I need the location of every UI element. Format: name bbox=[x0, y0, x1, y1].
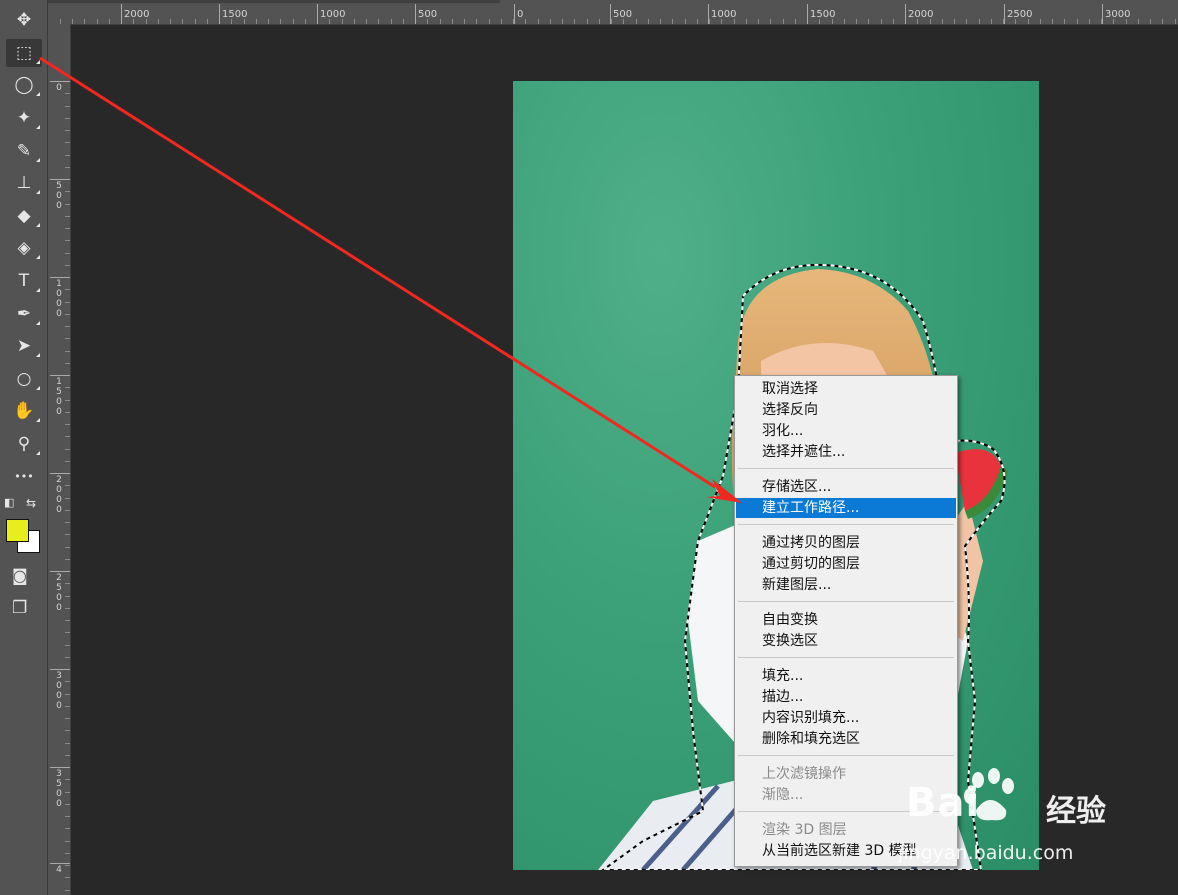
vertical-ruler: 0 500 1000 1500 2000 2500 3000 3500 4 bbox=[48, 24, 71, 895]
menu-item[interactable]: 描边... bbox=[736, 687, 956, 707]
ruler-label: 0 bbox=[517, 9, 524, 20]
pen-tool[interactable]: ✒ bbox=[6, 300, 42, 328]
screen-mode-icon[interactable]: ❐ bbox=[12, 598, 27, 618]
menu-separator bbox=[738, 657, 954, 658]
arrow-cursor-icon: ➤ bbox=[16, 336, 32, 356]
watermark-logo-text: Bai bbox=[906, 780, 981, 826]
hand-tool[interactable]: ✋ bbox=[6, 397, 42, 425]
zoom-icon: ⚲ bbox=[17, 434, 31, 454]
ruler-label: 3500 bbox=[56, 769, 62, 809]
menu-item[interactable]: 选择反向 bbox=[736, 400, 956, 420]
menu-item[interactable]: 建立工作路径... bbox=[736, 498, 956, 518]
quick-mask-icon[interactable]: ◙ bbox=[12, 566, 28, 585]
ruler-label: 3000 bbox=[56, 671, 62, 711]
ruler-label: 1000 bbox=[320, 9, 346, 20]
menu-separator bbox=[738, 601, 954, 602]
move-icon: ✥ bbox=[16, 10, 32, 30]
brush-tool[interactable]: ✎ bbox=[6, 137, 42, 165]
lasso-tool[interactable]: ◯ bbox=[6, 71, 42, 99]
foreground-color-swatch[interactable] bbox=[6, 519, 29, 542]
menu-item[interactable]: 存储选区... bbox=[736, 477, 956, 497]
menu-item[interactable]: 填充... bbox=[736, 666, 956, 686]
brush-icon: ✎ bbox=[16, 141, 32, 161]
swap-colors-icon[interactable]: ⇆ bbox=[26, 496, 36, 510]
paint-bucket-icon: ◈ bbox=[17, 238, 31, 258]
menu-separator bbox=[738, 524, 954, 525]
ruler-label: 4 bbox=[56, 865, 62, 875]
marquee-icon: ⬚ bbox=[15, 43, 33, 63]
menu-item[interactable]: 内容识别填充... bbox=[736, 708, 956, 728]
ruler-label: 2000 bbox=[56, 475, 62, 515]
ruler-label: 2500 bbox=[1007, 9, 1033, 20]
ellipse-tool[interactable]: ○ bbox=[6, 365, 42, 393]
move-tool[interactable]: ✥ bbox=[6, 6, 42, 34]
type-icon: T bbox=[18, 271, 30, 291]
watermark-logo-suffix: 经验 bbox=[1046, 794, 1106, 829]
menu-item[interactable]: 羽化... bbox=[736, 421, 956, 441]
pen-icon: ✒ bbox=[16, 304, 32, 324]
menu-item[interactable]: 新建图层... bbox=[736, 575, 956, 595]
menu-separator bbox=[738, 755, 954, 756]
ruler-label: 1000 bbox=[56, 279, 62, 319]
clone-stamp-tool[interactable]: ⊥ bbox=[6, 169, 42, 197]
ruler-label: 500 bbox=[56, 181, 62, 211]
ruler-label: 2000 bbox=[908, 9, 934, 20]
eraser-tool[interactable]: ◆ bbox=[6, 202, 42, 230]
eraser-icon: ◆ bbox=[17, 206, 31, 226]
ellipsis-icon: ••• bbox=[14, 469, 34, 483]
menu-item[interactable]: 取消选择 bbox=[736, 379, 956, 399]
stamp-icon: ⊥ bbox=[16, 173, 32, 193]
ruler-label: 3000 bbox=[1105, 9, 1131, 20]
watermark-url: jingyan.baidu.com bbox=[898, 842, 1074, 864]
rectangular-marquee-tool[interactable]: ⬚ bbox=[6, 39, 42, 67]
ellipse-icon: ○ bbox=[16, 369, 32, 389]
ruler-label: 1500 bbox=[222, 9, 248, 20]
baidu-jingyan-watermark: Bai 经验 jingyan.baidu.com bbox=[898, 762, 1128, 872]
ruler-label: 500 bbox=[418, 9, 438, 20]
ruler-label: 0 bbox=[56, 83, 62, 93]
default-colors-icon[interactable]: ◧ bbox=[4, 496, 14, 509]
menu-item[interactable]: 选择并遮住... bbox=[736, 442, 956, 462]
paint-bucket-tool[interactable]: ◈ bbox=[6, 234, 42, 262]
ruler-label: 1000 bbox=[711, 9, 737, 20]
tools-panel: ✥ ⬚ ◯ ✦ ✎ ⊥ ◆ ◈ T ✒ ➤ ○ ✋ ⚲ ••• ◧ ⇆ ◙ ❐ bbox=[0, 0, 48, 895]
path-selection-tool[interactable]: ➤ bbox=[6, 332, 42, 360]
menu-item[interactable]: 变换选区 bbox=[736, 631, 956, 651]
hand-icon: ✋ bbox=[13, 401, 35, 421]
ruler-label: 500 bbox=[613, 9, 633, 20]
ruler-label: 1500 bbox=[56, 377, 62, 417]
menu-item[interactable]: 删除和填充选区 bbox=[736, 729, 956, 749]
more-tools[interactable]: ••• bbox=[6, 462, 42, 490]
menu-item[interactable]: 自由变换 bbox=[736, 610, 956, 630]
magic-wand-icon: ✦ bbox=[16, 108, 32, 128]
zoom-tool[interactable]: ⚲ bbox=[6, 430, 42, 458]
menu-item[interactable]: 通过剪切的图层 bbox=[736, 554, 956, 574]
ruler-label: 2000 bbox=[124, 9, 150, 20]
type-tool[interactable]: T bbox=[6, 267, 42, 295]
horizontal-ruler: 2000 1500 1000 500 0 500 1000 1500 2000 2500 3000 bbox=[48, 0, 1178, 25]
magic-wand-tool[interactable]: ✦ bbox=[6, 104, 42, 132]
ruler-label: 2500 bbox=[56, 573, 62, 613]
lasso-icon: ◯ bbox=[14, 75, 34, 95]
menu-item[interactable]: 通过拷贝的图层 bbox=[736, 533, 956, 553]
ruler-label: 1500 bbox=[810, 9, 836, 20]
menu-separator bbox=[738, 468, 954, 469]
